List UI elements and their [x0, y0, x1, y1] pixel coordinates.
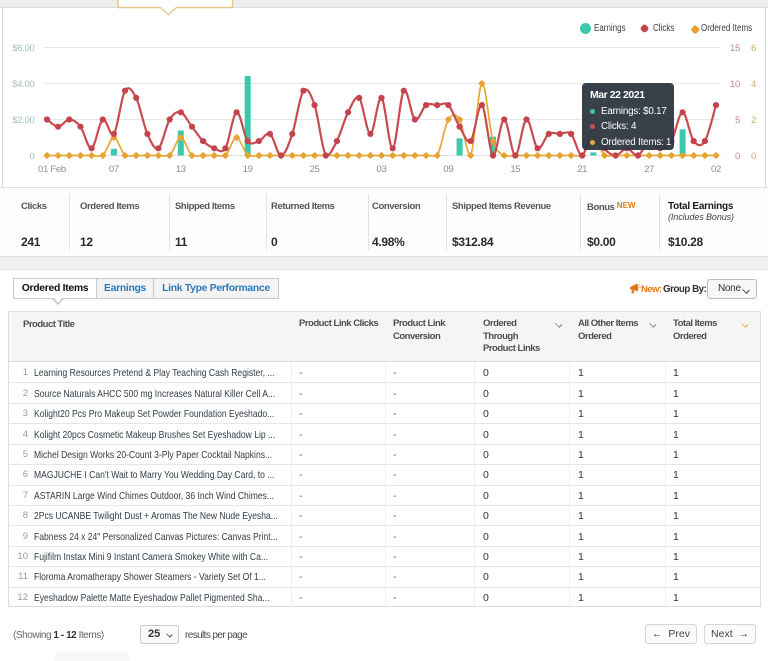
- svg-text:0: 0: [735, 151, 740, 162]
- svg-text:$6.00: $6.00: [12, 43, 34, 54]
- svg-text:07: 07: [109, 164, 119, 175]
- svg-text:15: 15: [730, 43, 740, 54]
- svg-text:$4.00: $4.00: [12, 79, 34, 90]
- svg-text:15: 15: [510, 164, 520, 175]
- svg-text:$2.00: $2.00: [12, 115, 34, 126]
- svg-text:2: 2: [751, 115, 756, 126]
- svg-text:09: 09: [443, 164, 453, 175]
- svg-text:13: 13: [176, 164, 186, 175]
- svg-text:4: 4: [751, 79, 756, 90]
- svg-text:5: 5: [735, 115, 740, 126]
- svg-text:03: 03: [377, 164, 387, 175]
- svg-text:27: 27: [644, 164, 654, 175]
- svg-text:0: 0: [751, 151, 756, 162]
- svg-text:0: 0: [30, 151, 35, 162]
- svg-text:01 Feb: 01 Feb: [38, 164, 66, 175]
- svg-text:10: 10: [730, 79, 740, 90]
- svg-text:25: 25: [310, 164, 320, 175]
- svg-text:21: 21: [577, 164, 587, 175]
- svg-text:02: 02: [711, 164, 721, 175]
- svg-text:19: 19: [243, 164, 253, 175]
- svg-text:6: 6: [751, 43, 756, 54]
